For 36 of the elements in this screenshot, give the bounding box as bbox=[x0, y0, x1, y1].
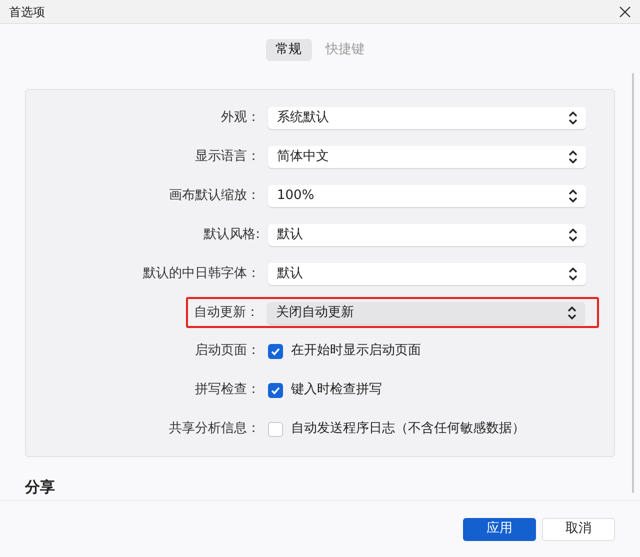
setting-label: 默认风格: bbox=[202, 226, 261, 244]
up-down-chevron-icon bbox=[568, 189, 578, 203]
setting-label: 自动更新： bbox=[193, 304, 260, 322]
select-field[interactable]: 默认 bbox=[268, 263, 586, 285]
checkmark-icon bbox=[270, 384, 281, 396]
up-down-chevron-icon bbox=[568, 228, 578, 242]
up-down-chevron-icon bbox=[568, 267, 578, 281]
select-field[interactable]: 系统默认 bbox=[268, 107, 586, 129]
checkbox[interactable] bbox=[268, 344, 283, 358]
close-icon[interactable] bbox=[619, 6, 631, 18]
select-field[interactable]: 关闭自动更新 bbox=[267, 302, 585, 324]
checkbox[interactable] bbox=[268, 382, 283, 398]
select-field[interactable]: 100% bbox=[268, 185, 586, 207]
up-down-chevron-icon bbox=[568, 111, 578, 125]
setting-label: 画布默认缩放： bbox=[168, 187, 261, 206]
up-down-chevron-icon bbox=[567, 306, 577, 320]
up-down-chevron-icon bbox=[568, 150, 578, 164]
apply-button[interactable]: 应用 bbox=[463, 518, 536, 540]
select-field[interactable]: 默认 bbox=[268, 224, 586, 246]
setting-label: 显示语言： bbox=[194, 148, 261, 166]
setting-label: 拼写检查： bbox=[194, 381, 261, 400]
section-heading: 分享 bbox=[25, 478, 55, 496]
setting-label: 外观： bbox=[220, 109, 261, 128]
scrollbar[interactable] bbox=[632, 73, 634, 493]
window-title: 首选项 bbox=[9, 4, 45, 20]
checkbox-label: 自动发送程序日志（不含任何敏感数据） bbox=[291, 420, 525, 438]
setting-label: 共享分析信息： bbox=[168, 420, 261, 438]
setting-label: 启动页面： bbox=[194, 342, 261, 360]
checkbox[interactable] bbox=[268, 422, 283, 436]
select-field[interactable]: 简体中文 bbox=[268, 146, 586, 168]
checkbox-label: 键入时检查拼写 bbox=[291, 381, 382, 400]
checkbox-label: 在开始时显示启动页面 bbox=[291, 342, 421, 360]
cancel-button[interactable]: 取消 bbox=[542, 518, 615, 540]
setting-label: 默认的中日韩字体： bbox=[142, 265, 261, 284]
checkmark-icon bbox=[270, 346, 281, 356]
tab[interactable]: 常规 bbox=[266, 39, 312, 61]
